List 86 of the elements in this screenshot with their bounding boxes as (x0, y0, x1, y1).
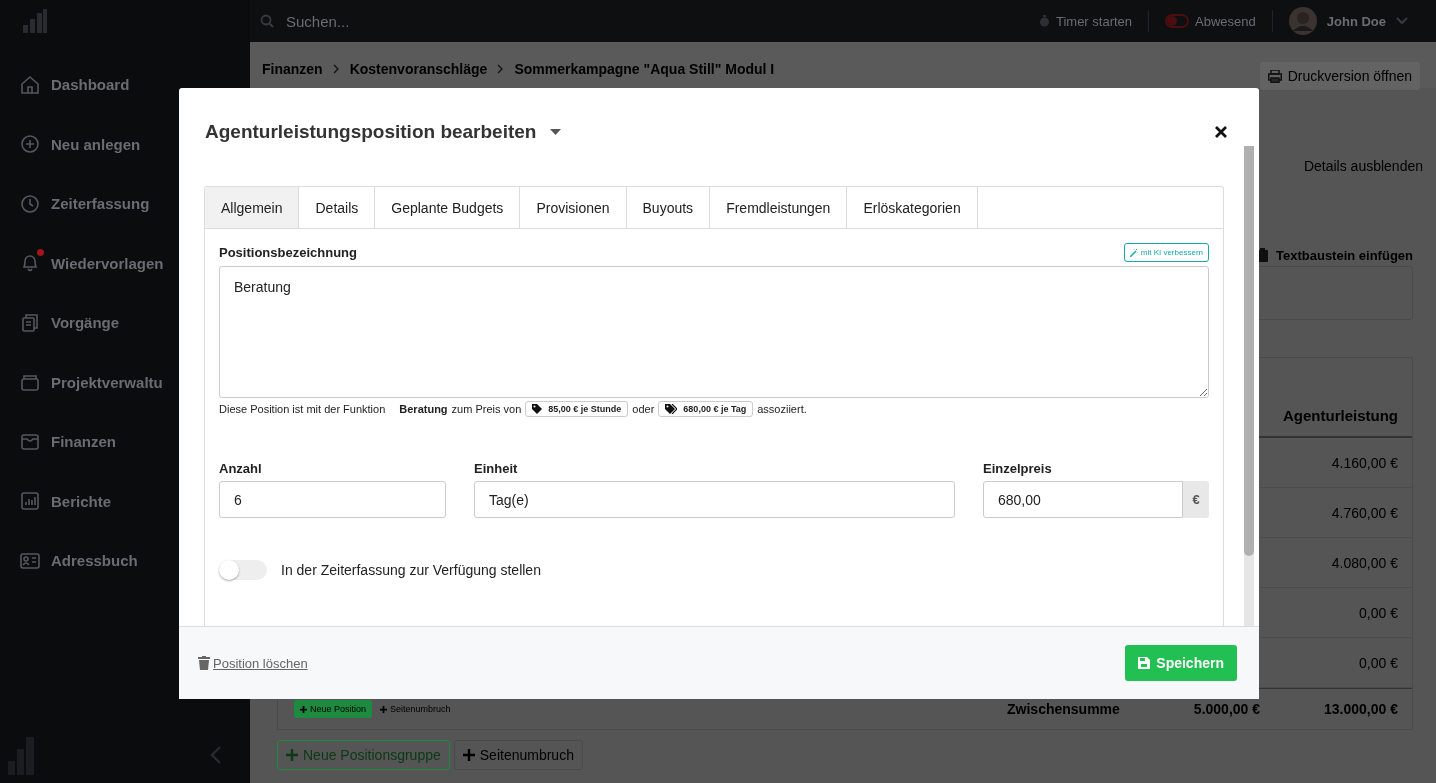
table-cell: 0,00 € (1359, 604, 1398, 621)
dialog-title: Agenturleistungsposition bearbeiten (205, 121, 537, 143)
field-label: Einheit (474, 461, 519, 476)
sidebar-item[interactable]: Adressbuch (51, 552, 138, 570)
field-label: Anzahl (219, 461, 263, 476)
print-button[interactable]: Druckversion öffnen (1259, 62, 1420, 90)
breadcrumb-link[interactable]: Finanzen (262, 61, 323, 77)
caret-icon[interactable] (550, 128, 562, 136)
home-icon (20, 74, 40, 95)
tab[interactable]: Buyouts (626, 187, 711, 228)
table-cell: 4.760,00 € (1331, 504, 1398, 521)
table-cell: 4.080,00 € (1331, 554, 1398, 571)
chevron-icon (497, 64, 505, 74)
bell-icon (20, 253, 40, 274)
ai-improve-button[interactable]: mit KI verbessern (1123, 243, 1209, 262)
tag-icon (532, 404, 543, 414)
plus-icon (380, 705, 388, 713)
price-tag: 680,00 € je Tag (658, 401, 754, 417)
sidebar-item[interactable]: Zeiterfassung (51, 195, 150, 213)
contact-card-icon (20, 550, 40, 571)
plus-circle-icon (20, 134, 40, 155)
logo-icon (22, 8, 48, 34)
delete-link[interactable]: Position löschen (198, 655, 308, 671)
save-button[interactable]: Speichern (1125, 645, 1237, 681)
field-label: Einzelpreis (983, 461, 1053, 476)
hint-text: zum Preis von (451, 403, 522, 415)
plus-icon (300, 705, 307, 713)
tab[interactable]: Provisionen (520, 187, 627, 228)
tab[interactable]: Details (299, 187, 376, 228)
subtotal-label: Zwischensumme (1007, 701, 1120, 717)
tab[interactable]: Erlöskategorien (847, 187, 978, 228)
subtotal-value: 13.000,00 € (1324, 701, 1398, 717)
function-name: Beratung (399, 403, 448, 415)
clock-icon (20, 193, 40, 214)
page-break-button[interactable]: Seitenumbruch (380, 704, 451, 714)
count-field[interactable]: 6 (219, 481, 446, 518)
table-cell: 0,00 € (1359, 654, 1398, 671)
currency-addon: € (1183, 481, 1209, 518)
box-icon (20, 372, 40, 393)
chevron-icon (332, 64, 340, 74)
hint-text: assoziiert. (757, 403, 807, 415)
sidebar-item[interactable]: Finanzen (51, 433, 116, 451)
tab[interactable]: Fremdleistungen (710, 187, 848, 228)
sidebar-item[interactable]: Wiedervorlagen (51, 254, 164, 272)
field-label: Positionsbezeichnung (219, 245, 357, 260)
sidebar-item[interactable]: Berichte (51, 492, 112, 510)
table-cell: 4.160,00 € (1331, 454, 1398, 471)
price-field[interactable]: 680,00 (983, 481, 1183, 518)
status-toggle[interactable]: Abwesend (1165, 13, 1256, 29)
breadcrumb-link[interactable]: Kostenvoranschläge (349, 61, 488, 77)
stopwatch-icon (1038, 15, 1050, 27)
tab[interactable]: Allgemein (205, 187, 300, 228)
search-icon (260, 14, 274, 28)
magic-wand-icon (1129, 248, 1138, 257)
avatar-icon (1288, 7, 1317, 35)
sidebar-item[interactable]: Neu anlegen (51, 135, 141, 153)
close-icon[interactable] (1215, 126, 1227, 138)
timer-button[interactable]: Timer starten (1038, 13, 1133, 29)
description-field[interactable]: Beratung (219, 266, 1209, 398)
sidebar-item[interactable]: Dashboard (51, 76, 130, 94)
caret-icon (1396, 17, 1408, 25)
chart-icon (20, 491, 40, 512)
printer-icon (1267, 69, 1282, 83)
hint-text: oder (632, 403, 655, 415)
tab[interactable]: Geplante Budgets (375, 187, 521, 228)
toggle-label: In der Zeiterfassung zur Verfügung stellen (281, 562, 541, 578)
user-menu[interactable]: John Doe (1288, 7, 1408, 35)
subtotal-value: 5.000,00 € (1193, 701, 1261, 717)
sidebar-item[interactable]: Vorgänge (51, 314, 120, 332)
search-field[interactable]: Suchen... (284, 11, 588, 31)
tags-icon (665, 404, 678, 414)
details-toggle-label: Details ausblenden (1303, 158, 1423, 174)
plus-icon (462, 749, 475, 761)
documents-icon (20, 312, 40, 333)
toggle-icon (1165, 14, 1190, 28)
price-tag: 85,00 € je Stunde (525, 401, 629, 417)
breadcrumb-link[interactable]: Sommerkampagne "Aqua Still" Modul I (514, 61, 775, 77)
plus-icon (286, 749, 298, 761)
sidebar-item[interactable]: Projektverwaltu (51, 373, 163, 391)
toggle-switch[interactable] (219, 560, 267, 580)
unit-field[interactable]: Tag(e) (474, 481, 955, 518)
wallet-icon (20, 431, 40, 452)
trash-icon (198, 656, 210, 670)
collapse-chevron-icon[interactable] (210, 746, 222, 764)
page-break-button[interactable]: Seitenumbruch (453, 740, 583, 770)
new-position-button[interactable]: Neue Position (294, 700, 373, 718)
